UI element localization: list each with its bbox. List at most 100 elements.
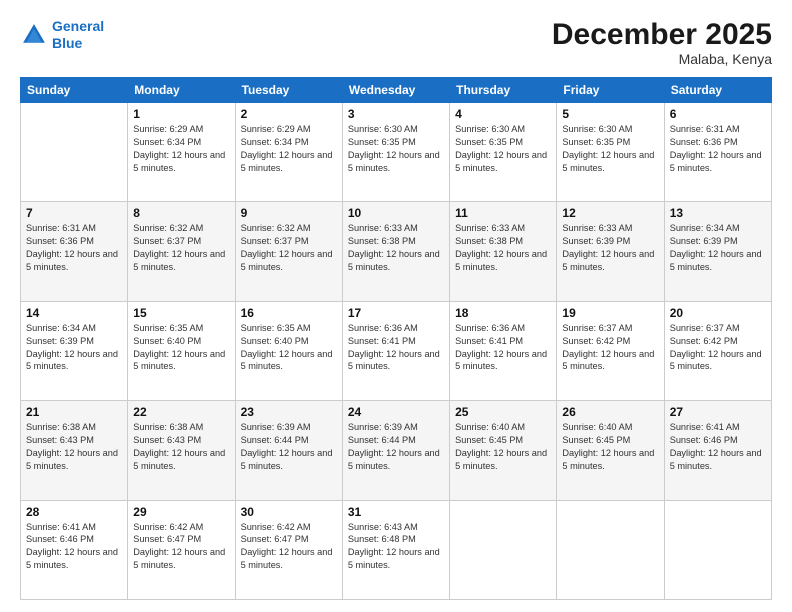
page: General Blue December 2025 Malaba, Kenya… bbox=[0, 0, 792, 612]
table-row bbox=[664, 500, 771, 599]
cell-info: Sunrise: 6:33 AM Sunset: 6:39 PM Dayligh… bbox=[562, 222, 658, 274]
day-number: 13 bbox=[670, 206, 766, 220]
cell-info: Sunrise: 6:37 AM Sunset: 6:42 PM Dayligh… bbox=[670, 322, 766, 374]
cell-info: Sunrise: 6:29 AM Sunset: 6:34 PM Dayligh… bbox=[133, 123, 229, 175]
table-row: 20 Sunrise: 6:37 AM Sunset: 6:42 PM Dayli… bbox=[664, 301, 771, 400]
table-row: 23 Sunrise: 6:39 AM Sunset: 6:44 PM Dayli… bbox=[235, 401, 342, 500]
cell-info: Sunrise: 6:32 AM Sunset: 6:37 PM Dayligh… bbox=[241, 222, 337, 274]
table-row: 4 Sunrise: 6:30 AM Sunset: 6:35 PM Daylig… bbox=[450, 103, 557, 202]
table-row: 19 Sunrise: 6:37 AM Sunset: 6:42 PM Dayli… bbox=[557, 301, 664, 400]
day-number: 20 bbox=[670, 306, 766, 320]
day-number: 2 bbox=[241, 107, 337, 121]
cell-info: Sunrise: 6:41 AM Sunset: 6:46 PM Dayligh… bbox=[26, 521, 122, 573]
cell-info: Sunrise: 6:42 AM Sunset: 6:47 PM Dayligh… bbox=[241, 521, 337, 573]
table-row: 5 Sunrise: 6:30 AM Sunset: 6:35 PM Daylig… bbox=[557, 103, 664, 202]
day-number: 15 bbox=[133, 306, 229, 320]
day-number: 8 bbox=[133, 206, 229, 220]
table-row: 11 Sunrise: 6:33 AM Sunset: 6:38 PM Dayli… bbox=[450, 202, 557, 301]
table-row: 12 Sunrise: 6:33 AM Sunset: 6:39 PM Dayli… bbox=[557, 202, 664, 301]
table-row: 25 Sunrise: 6:40 AM Sunset: 6:45 PM Dayli… bbox=[450, 401, 557, 500]
cell-info: Sunrise: 6:30 AM Sunset: 6:35 PM Dayligh… bbox=[562, 123, 658, 175]
title-block: December 2025 Malaba, Kenya bbox=[552, 18, 772, 67]
cell-info: Sunrise: 6:33 AM Sunset: 6:38 PM Dayligh… bbox=[348, 222, 444, 274]
table-row: 13Sunrise: 6:34 AM Sunset: 6:39 PM Dayli… bbox=[664, 202, 771, 301]
cell-info: Sunrise: 6:38 AM Sunset: 6:43 PM Dayligh… bbox=[133, 421, 229, 473]
day-number: 31 bbox=[348, 505, 444, 519]
col-friday: Friday bbox=[557, 78, 664, 103]
day-number: 24 bbox=[348, 405, 444, 419]
cell-info: Sunrise: 6:42 AM Sunset: 6:47 PM Dayligh… bbox=[133, 521, 229, 573]
day-number: 12 bbox=[562, 206, 658, 220]
cell-info: Sunrise: 6:32 AM Sunset: 6:37 PM Dayligh… bbox=[133, 222, 229, 274]
table-row: 22Sunrise: 6:38 AM Sunset: 6:43 PM Dayli… bbox=[128, 401, 235, 500]
cell-info: Sunrise: 6:29 AM Sunset: 6:34 PM Dayligh… bbox=[241, 123, 337, 175]
cell-info: Sunrise: 6:41 AM Sunset: 6:46 PM Dayligh… bbox=[670, 421, 766, 473]
day-number: 25 bbox=[455, 405, 551, 419]
header: General Blue December 2025 Malaba, Kenya bbox=[20, 18, 772, 67]
day-number: 19 bbox=[562, 306, 658, 320]
logo-line1: General bbox=[52, 18, 104, 34]
cell-info: Sunrise: 6:34 AM Sunset: 6:39 PM Dayligh… bbox=[26, 322, 122, 374]
cell-info: Sunrise: 6:30 AM Sunset: 6:35 PM Dayligh… bbox=[455, 123, 551, 175]
table-row: 28 Sunrise: 6:41 AM Sunset: 6:46 PM Dayli… bbox=[21, 500, 128, 599]
table-row: 26 Sunrise: 6:40 AM Sunset: 6:45 PM Dayli… bbox=[557, 401, 664, 500]
location: Malaba, Kenya bbox=[552, 51, 772, 67]
table-row: 2 Sunrise: 6:29 AM Sunset: 6:34 PM Daylig… bbox=[235, 103, 342, 202]
cell-info: Sunrise: 6:31 AM Sunset: 6:36 PM Dayligh… bbox=[26, 222, 122, 274]
col-sunday: Sunday bbox=[21, 78, 128, 103]
cell-info: Sunrise: 6:30 AM Sunset: 6:35 PM Dayligh… bbox=[348, 123, 444, 175]
day-number: 4 bbox=[455, 107, 551, 121]
cell-info: Sunrise: 6:38 AM Sunset: 6:43 PM Dayligh… bbox=[26, 421, 122, 473]
logo-line2: Blue bbox=[52, 35, 82, 51]
logo-icon bbox=[20, 21, 48, 49]
day-number: 17 bbox=[348, 306, 444, 320]
day-number: 30 bbox=[241, 505, 337, 519]
table-row: 18Sunrise: 6:36 AM Sunset: 6:41 PM Dayli… bbox=[450, 301, 557, 400]
cell-info: Sunrise: 6:35 AM Sunset: 6:40 PM Dayligh… bbox=[133, 322, 229, 374]
day-number: 1 bbox=[133, 107, 229, 121]
table-row: 1 Sunrise: 6:29 AM Sunset: 6:34 PM Daylig… bbox=[128, 103, 235, 202]
table-row: 10 Sunrise: 6:33 AM Sunset: 6:38 PM Dayli… bbox=[342, 202, 449, 301]
table-row: 30 Sunrise: 6:42 AM Sunset: 6:47 PM Dayli… bbox=[235, 500, 342, 599]
cell-info: Sunrise: 6:40 AM Sunset: 6:45 PM Dayligh… bbox=[562, 421, 658, 473]
cell-info: Sunrise: 6:31 AM Sunset: 6:36 PM Dayligh… bbox=[670, 123, 766, 175]
cell-info: Sunrise: 6:35 AM Sunset: 6:40 PM Dayligh… bbox=[241, 322, 337, 374]
col-saturday: Saturday bbox=[664, 78, 771, 103]
day-number: 11 bbox=[455, 206, 551, 220]
table-row: 6 Sunrise: 6:31 AM Sunset: 6:36 PM Daylig… bbox=[664, 103, 771, 202]
logo-text: General Blue bbox=[52, 18, 104, 52]
cell-info: Sunrise: 6:36 AM Sunset: 6:41 PM Dayligh… bbox=[455, 322, 551, 374]
table-row: 17Sunrise: 6:36 AM Sunset: 6:41 PM Dayli… bbox=[342, 301, 449, 400]
table-row: 15 Sunrise: 6:35 AM Sunset: 6:40 PM Dayli… bbox=[128, 301, 235, 400]
cell-info: Sunrise: 6:39 AM Sunset: 6:44 PM Dayligh… bbox=[241, 421, 337, 473]
cell-info: Sunrise: 6:40 AM Sunset: 6:45 PM Dayligh… bbox=[455, 421, 551, 473]
cell-info: Sunrise: 6:39 AM Sunset: 6:44 PM Dayligh… bbox=[348, 421, 444, 473]
table-row: 7Sunrise: 6:31 AM Sunset: 6:36 PM Daylig… bbox=[21, 202, 128, 301]
day-number: 5 bbox=[562, 107, 658, 121]
day-number: 23 bbox=[241, 405, 337, 419]
col-wednesday: Wednesday bbox=[342, 78, 449, 103]
day-number: 28 bbox=[26, 505, 122, 519]
col-tuesday: Tuesday bbox=[235, 78, 342, 103]
table-row: 9 Sunrise: 6:32 AM Sunset: 6:37 PM Daylig… bbox=[235, 202, 342, 301]
day-number: 9 bbox=[241, 206, 337, 220]
cell-info: Sunrise: 6:33 AM Sunset: 6:38 PM Dayligh… bbox=[455, 222, 551, 274]
table-row: 29Sunrise: 6:42 AM Sunset: 6:47 PM Dayli… bbox=[128, 500, 235, 599]
logo: General Blue bbox=[20, 18, 104, 52]
day-number: 27 bbox=[670, 405, 766, 419]
day-number: 6 bbox=[670, 107, 766, 121]
table-row: 31Sunrise: 6:43 AM Sunset: 6:48 PM Dayli… bbox=[342, 500, 449, 599]
table-row bbox=[21, 103, 128, 202]
table-row: 16Sunrise: 6:35 AM Sunset: 6:40 PM Dayli… bbox=[235, 301, 342, 400]
day-number: 21 bbox=[26, 405, 122, 419]
table-row: 8 Sunrise: 6:32 AM Sunset: 6:37 PM Daylig… bbox=[128, 202, 235, 301]
day-number: 26 bbox=[562, 405, 658, 419]
table-row: 27 Sunrise: 6:41 AM Sunset: 6:46 PM Dayli… bbox=[664, 401, 771, 500]
day-number: 10 bbox=[348, 206, 444, 220]
table-row: 21 Sunrise: 6:38 AM Sunset: 6:43 PM Dayli… bbox=[21, 401, 128, 500]
day-number: 3 bbox=[348, 107, 444, 121]
month-title: December 2025 bbox=[552, 18, 772, 51]
cell-info: Sunrise: 6:37 AM Sunset: 6:42 PM Dayligh… bbox=[562, 322, 658, 374]
table-row: 3 Sunrise: 6:30 AM Sunset: 6:35 PM Daylig… bbox=[342, 103, 449, 202]
col-monday: Monday bbox=[128, 78, 235, 103]
